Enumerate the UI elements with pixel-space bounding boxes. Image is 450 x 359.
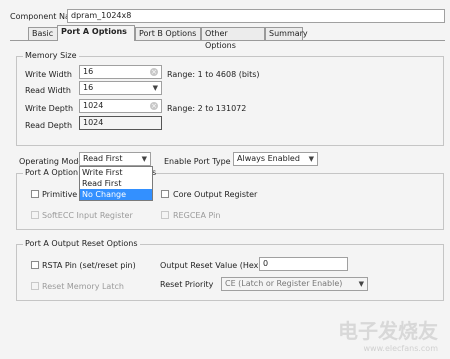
- tab-summary[interactable]: Summary: [265, 27, 308, 40]
- port-a-reset-group: Port A Output Reset Options: [16, 239, 444, 301]
- enable-port-type-label: Enable Port Type: [164, 157, 231, 166]
- write-width-field[interactable]: 16 ×: [79, 65, 162, 79]
- clear-icon[interactable]: ×: [150, 102, 158, 110]
- enable-port-type-value: Always Enabled: [237, 154, 300, 163]
- reset-priority-label: Reset Priority: [160, 280, 214, 289]
- operating-mode-select[interactable]: Read First ▼: [79, 152, 151, 166]
- write-width-value: 16: [83, 67, 94, 76]
- memory-size-title: Memory Size: [23, 51, 79, 60]
- watermark-url: www.elecfans.com: [363, 344, 439, 353]
- write-depth-range: Range: 2 to 131072: [167, 104, 247, 113]
- softecc-input-register-label: SoftECC Input Register: [42, 211, 133, 220]
- rsta-pin-label: RSTA Pin (set/reset pin): [42, 261, 136, 270]
- port-a-optional-title: Port A Option: [23, 168, 81, 177]
- core-output-register-label: Core Output Register: [173, 190, 258, 199]
- watermark-text: 电子发烧友: [338, 319, 438, 343]
- write-depth-field[interactable]: 1024 ×: [79, 99, 162, 113]
- operating-mode-value: Read First: [83, 154, 123, 163]
- option-no-change[interactable]: No Change: [80, 189, 152, 200]
- output-reset-value-label: Output Reset Value (Hex): [160, 261, 262, 270]
- option-write-first[interactable]: Write First: [80, 167, 152, 178]
- primitives-checkbox[interactable]: [31, 190, 39, 198]
- read-width-value: 16: [83, 83, 94, 92]
- regcea-pin-checkbox: [161, 211, 169, 219]
- reset-memory-latch-checkbox: [31, 282, 39, 290]
- chevron-down-icon: ▼: [152, 84, 158, 92]
- reset-priority-select: CE (Latch or Register Enable) ▼: [221, 277, 368, 291]
- read-width-label: Read Width: [25, 86, 71, 95]
- tab-port-b-options[interactable]: Port B Options: [135, 27, 201, 40]
- output-reset-value-field[interactable]: 0: [259, 257, 348, 271]
- tab-port-a-options[interactable]: Port A Options: [57, 25, 135, 41]
- component-name-field[interactable]: dpram_1024x8: [67, 9, 445, 23]
- port-a-reset-title: Port A Output Reset Options: [23, 239, 140, 248]
- operating-mode-label: Operating Mode: [19, 157, 84, 166]
- regcea-pin-label: REGCEA Pin: [173, 211, 221, 220]
- read-depth-field: 1024: [79, 116, 162, 130]
- watermark: 电子发烧友 www.elecfans.com: [308, 315, 439, 353]
- tab-other-options[interactable]: Other Options: [201, 27, 265, 50]
- primitives-label: Primitive: [42, 190, 78, 199]
- chevron-down-icon: ▼: [358, 280, 364, 288]
- enable-port-type-select[interactable]: Always Enabled ▼: [233, 152, 318, 166]
- read-width-select[interactable]: 16 ▼: [79, 81, 162, 95]
- reset-priority-value: CE (Latch or Register Enable): [225, 279, 343, 288]
- clear-icon[interactable]: ×: [150, 68, 158, 76]
- write-width-label: Write Width: [25, 70, 72, 79]
- read-depth-label: Read Depth: [25, 121, 73, 130]
- chevron-down-icon: ▼: [308, 155, 314, 163]
- rsta-pin-checkbox[interactable]: [31, 261, 39, 269]
- write-depth-label: Write Depth: [25, 104, 74, 113]
- option-read-first[interactable]: Read First: [80, 178, 152, 189]
- write-depth-value: 1024: [83, 101, 104, 110]
- core-output-register-checkbox[interactable]: [161, 190, 169, 198]
- tab-basic[interactable]: Basic: [28, 27, 58, 40]
- reset-memory-latch-label: Reset Memory Latch: [42, 282, 124, 291]
- chevron-down-icon: ▼: [141, 155, 147, 163]
- operating-mode-dropdown: Write First Read First No Change: [79, 166, 153, 201]
- write-width-range: Range: 1 to 4608 (bits): [167, 70, 260, 79]
- softecc-input-register-checkbox: [31, 211, 39, 219]
